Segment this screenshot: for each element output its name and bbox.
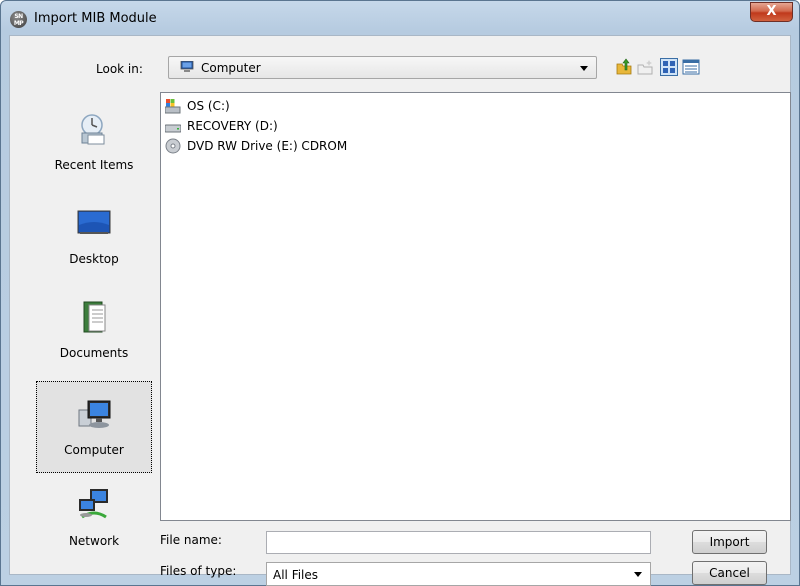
place-network[interactable]: Network <box>36 471 152 563</box>
list-view-icon[interactable] <box>660 58 678 76</box>
files-of-type-value: All Files <box>273 568 319 582</box>
chevron-down-icon <box>580 66 588 71</box>
place-label: Computer <box>64 443 124 457</box>
recent-items-icon <box>81 114 105 145</box>
dialog-body: Look in: Computer Recent Items Desktop D… <box>9 35 791 586</box>
look-in-value: Computer <box>201 61 261 75</box>
details-view-icon[interactable] <box>682 58 700 76</box>
place-documents[interactable]: Documents <box>36 283 152 375</box>
files-of-type-label: Files of type: <box>160 564 237 578</box>
import-button[interactable]: Import <box>692 530 767 554</box>
place-desktop[interactable]: Desktop <box>36 189 152 281</box>
documents-icon <box>83 301 106 333</box>
up-folder-icon[interactable] <box>615 58 633 76</box>
window-title: Import MIB Module <box>34 11 157 26</box>
cancel-button[interactable]: Cancel <box>692 561 767 585</box>
computer-small-icon <box>180 61 194 72</box>
file-name: DVD RW Drive (E:) CDROM <box>187 139 348 153</box>
files-of-type-dropdown[interactable]: All Files <box>266 562 651 586</box>
desktop-icon <box>77 210 111 234</box>
new-folder-icon[interactable] <box>637 58 655 76</box>
import-mib-dialog: SN MP Import MIB Module X Look in: Comput… <box>0 0 800 586</box>
file-name: OS (C:) <box>187 99 230 113</box>
places-bar: Recent Items Desktop Documents Computer … <box>36 95 152 561</box>
place-label: Desktop <box>69 252 119 266</box>
place-label: Network <box>68 534 120 548</box>
file-name-input[interactable] <box>266 531 651 554</box>
chevron-down-icon <box>634 572 642 577</box>
file-list[interactable]: OS (C:) RECOVERY (D:) DVD RW Drive (E:) … <box>160 92 791 521</box>
title-bar[interactable]: SN MP Import MIB Module X <box>1 1 799 35</box>
place-recent-items[interactable]: Recent Items <box>36 95 152 187</box>
file-name: RECOVERY (D:) <box>187 119 278 133</box>
close-button[interactable]: X <box>750 2 793 22</box>
place-label: Documents <box>59 346 129 360</box>
place-label: Recent Items <box>54 158 134 172</box>
look-in-dropdown[interactable]: Computer <box>168 56 597 79</box>
system-drive-icon <box>165 99 181 114</box>
network-icon <box>79 489 108 519</box>
computer-icon <box>78 400 111 428</box>
look-in-label: Look in: <box>96 62 143 76</box>
place-computer[interactable]: Computer <box>36 381 152 473</box>
dvd-drive-icon <box>165 138 181 154</box>
snmp-app-icon: SN MP <box>10 11 27 28</box>
hard-drive-icon <box>165 124 181 133</box>
file-name-label: File name: <box>160 533 222 547</box>
